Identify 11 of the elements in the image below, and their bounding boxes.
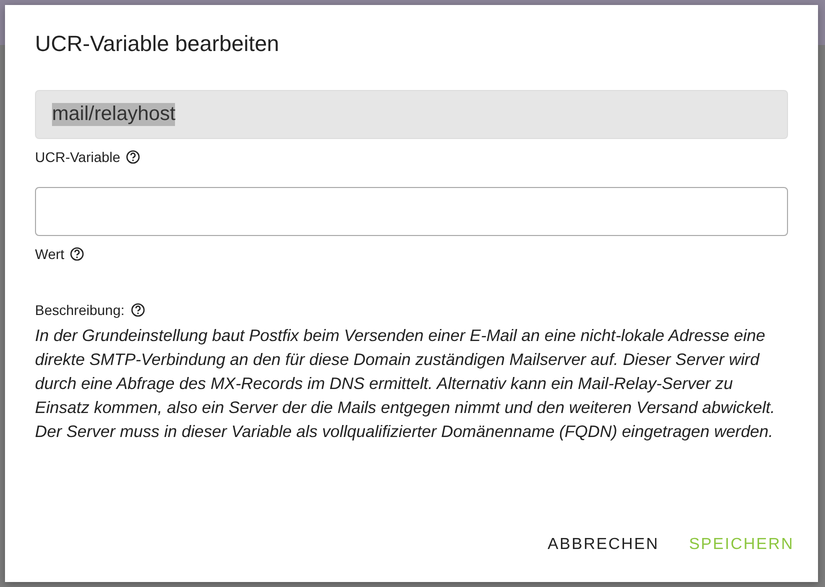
help-icon[interactable]: [130, 303, 145, 317]
description-text: In der Grundeinstellung baut Postfix beim Versenden einer E-Mail an eine nicht-lokale Adresse eine direkte SMTP-Verbindung an den für diese Domain zuständigen Mailserver auf. Dieser Server wird durch eine Abfrage des MX-Records im DNS ermittelt. Alternativ kann ein Mail-Relay-Server zu Einsatz kommen, also ein Server der die Mails entgegen nimmt und den weiteren Versand abwickelt. Der Server muss in dieser Variable als vollqualifizierter Domänenname (FQDN) eingetragen werden.: [35, 325, 776, 443]
description-label: Beschreibung:: [35, 302, 125, 318]
variable-field[interactable]: mail/relayhost: [35, 90, 788, 139]
field-label: Wert: [35, 246, 64, 262]
field-label: UCR-Variable: [35, 149, 120, 165]
help-icon[interactable]: [70, 247, 84, 261]
dialog-title: UCR-Variable bearbeiten: [35, 30, 280, 58]
help-icon[interactable]: [126, 150, 140, 164]
value-field[interactable]: [35, 187, 788, 236]
cancel-button[interactable]: ABBRECHEN: [540, 528, 667, 562]
